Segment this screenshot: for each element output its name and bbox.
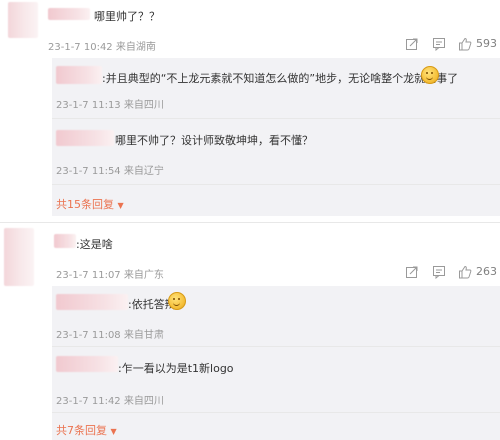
reply-time: 23-1-7 11:13 来自四川 [56,100,164,111]
reply-divider [52,346,500,347]
reply-text: :并且典型的“不上龙元素就不知道怎么做的”地步，无论啥整个龙就完事了 [102,72,459,85]
like-count: 263 [476,265,497,278]
comment-divider [0,222,500,223]
reply-divider [52,118,500,119]
reply-divider [52,412,500,413]
username[interactable] [48,8,90,20]
reply-text: 哪里不帅了？设计师致敬坤坤，看不懂？ [115,134,313,147]
avatar[interactable] [4,228,34,286]
reply-username[interactable] [56,294,128,310]
thumbs-up-icon[interactable] [458,36,472,51]
comment-icon[interactable] [432,264,446,280]
reply-username[interactable] [56,130,114,146]
reply-text: :乍一看以为是t1新logo [118,362,234,375]
avatar[interactable] [8,2,38,38]
more-replies-link[interactable]: 共7条回复 ▼ [56,422,117,438]
chevron-down-icon: ▼ [117,201,124,210]
comment-icon[interactable] [432,36,446,52]
comment-text: 哪里帅了？？ [94,10,160,23]
reply-time: 23-1-7 11:08 来自甘肃 [56,330,164,341]
share-icon[interactable] [405,36,419,50]
username[interactable] [54,234,76,248]
reply-divider [52,184,500,185]
comment-text: :这是啥 [76,238,113,251]
like-count: 593 [476,37,497,50]
comment-time: 23-1-7 10:42 来自湖南 [48,42,156,53]
chevron-down-icon: ▼ [110,427,117,436]
reply-username[interactable] [56,356,118,372]
grin-emoji-icon [421,66,439,84]
grin-emoji-icon [168,292,186,310]
share-icon[interactable] [405,264,419,278]
more-replies-link[interactable]: 共15条回复 ▼ [56,196,124,212]
thumbs-up-icon[interactable] [458,264,472,279]
reply-username[interactable] [56,66,102,84]
reply-time: 23-1-7 11:42 来自四川 [56,396,164,407]
comment-time: 23-1-7 11:07 来自广东 [56,270,164,281]
reply-time: 23-1-7 11:54 来自辽宁 [56,166,164,177]
